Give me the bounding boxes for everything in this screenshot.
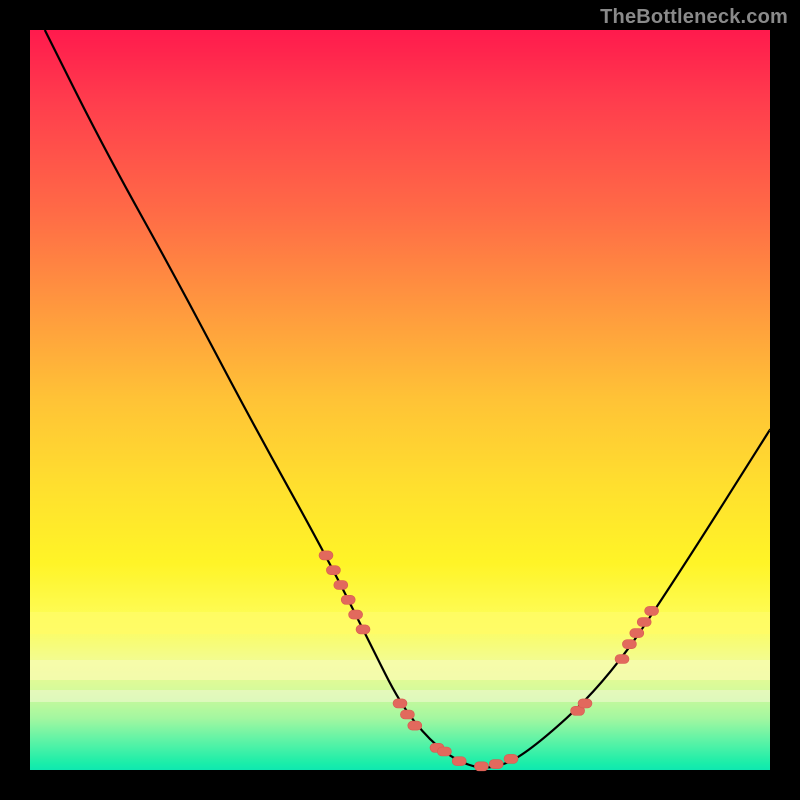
- marker-point: [622, 640, 636, 649]
- marker-point: [504, 754, 518, 763]
- marker-point: [356, 625, 370, 634]
- watermark-text: TheBottleneck.com: [600, 6, 788, 29]
- marker-point: [319, 551, 333, 560]
- marker-point: [615, 655, 629, 664]
- marker-point: [637, 618, 651, 627]
- marker-point: [489, 760, 503, 769]
- marker-point: [578, 699, 592, 708]
- marker-point: [408, 721, 422, 730]
- plot-area: [30, 30, 770, 770]
- marker-point: [437, 747, 451, 756]
- marker-point: [393, 699, 407, 708]
- chart-frame: TheBottleneck.com: [0, 0, 800, 800]
- highlight-markers: [319, 551, 659, 771]
- marker-point: [341, 595, 355, 604]
- marker-point: [630, 629, 644, 638]
- marker-point: [326, 566, 340, 575]
- marker-point: [400, 710, 414, 719]
- marker-point: [474, 762, 488, 771]
- marker-point: [349, 610, 363, 619]
- curve-layer: [30, 30, 770, 770]
- marker-point: [645, 606, 659, 615]
- marker-point: [452, 757, 466, 766]
- bottleneck-curve: [45, 30, 770, 768]
- marker-point: [334, 581, 348, 590]
